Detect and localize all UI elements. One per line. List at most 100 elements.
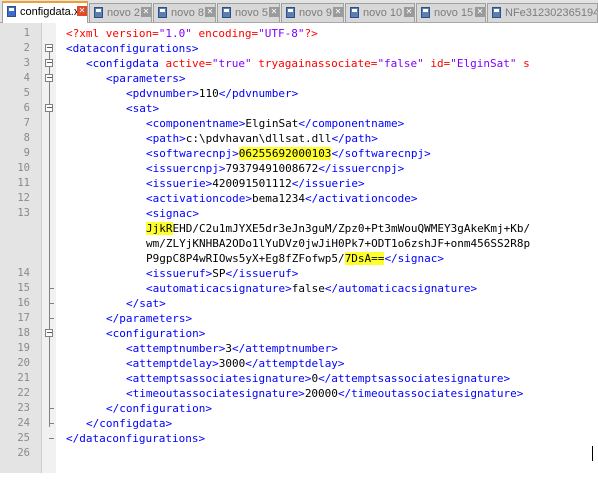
code-line: 14 <issueruf>SP</issueruf>	[0, 266, 598, 281]
line-number: 3	[23, 57, 30, 69]
line-text: <signac>	[146, 207, 199, 220]
tab-novo-10[interactable]: novo 10 ✕	[345, 3, 415, 22]
code-line: 17 </parameters>	[0, 311, 598, 326]
line-text: <timeoutassociatesignature>20000</timeou…	[126, 387, 524, 400]
close-icon[interactable]: ✕	[404, 7, 414, 17]
line-number: 13	[17, 207, 30, 219]
file-icon	[94, 7, 103, 18]
line-text: JjkREHD/C2u1mJYXE5dr3eJn3guM/Zpz0+Pt3mWo…	[146, 222, 531, 235]
tab-label: NFe31230236519422000	[505, 7, 598, 19]
fold-collapse-icon[interactable]: −	[45, 44, 53, 52]
line-text: </sat>	[126, 297, 166, 310]
line-number: 12	[17, 192, 30, 204]
file-icon	[286, 7, 295, 18]
close-icon[interactable]: ✕	[205, 7, 215, 17]
line-number: 7	[23, 117, 30, 129]
highlighted-text: JjkR	[146, 222, 173, 235]
line-number: 19	[17, 342, 30, 354]
highlighted-text: 06255692000103	[238, 147, 332, 160]
line-number: 24	[17, 417, 30, 429]
code-line: 16 </sat>	[0, 296, 598, 311]
tab-nfe-file[interactable]: NFe31230236519422000	[487, 3, 598, 22]
fold-collapse-icon[interactable]: −	[45, 329, 53, 337]
code-line-wrapped: wm/ZLYjKNHBA2ODo1lYuDVz0jwJiH0Pk7+ODT1o6…	[0, 236, 598, 251]
close-icon[interactable]: ✕	[475, 7, 485, 17]
line-text: <automaticacsignature>false</automaticac…	[146, 282, 478, 295]
code-line: 6 − <sat>	[0, 101, 598, 116]
tab-bar: configdata.xml ✕ novo 2 ✕ novo 8 ✕ novo …	[0, 0, 598, 23]
line-number: 22	[17, 387, 30, 399]
line-text: </parameters>	[106, 312, 193, 325]
line-number: 15	[17, 282, 30, 294]
fold-collapse-icon[interactable]: −	[45, 104, 53, 112]
close-icon[interactable]: ✕	[333, 7, 343, 17]
line-number: 11	[17, 177, 30, 189]
code-line-wrapped: JjkREHD/C2u1mJYXE5dr3eJn3guM/Zpz0+Pt3mWo…	[0, 221, 598, 236]
line-number: 18	[17, 327, 30, 339]
highlighted-text: 7DsA==	[344, 252, 385, 265]
line-number: 14	[17, 267, 30, 279]
line-text: </dataconfigurations>	[66, 432, 206, 445]
code-line: 13 <signac>	[0, 206, 598, 221]
close-icon[interactable]: ✕	[141, 7, 151, 17]
tab-label: novo 5	[235, 7, 269, 19]
line-text: <attemptdelay>3000</attemptdelay>	[126, 357, 345, 370]
line-number: 5	[23, 87, 30, 99]
tab-configdata-xml[interactable]: configdata.xml ✕	[2, 1, 88, 23]
close-icon[interactable]: ✕	[77, 6, 87, 16]
code-line: 8 <path>c:\pdvhavan\dllsat.dll</path>	[0, 131, 598, 146]
text-cursor	[592, 446, 593, 461]
code-line: 24 </configdata>	[0, 416, 598, 431]
fold-collapse-icon[interactable]: −	[45, 74, 53, 82]
code-line: 12 <activationcode>bema1234</activationc…	[0, 191, 598, 206]
tab-novo-9[interactable]: novo 9 ✕	[281, 3, 344, 22]
code-line: 19 <attemptnumber>3</attemptnumber>	[0, 341, 598, 356]
line-text: <sat>	[126, 102, 160, 115]
line-text: P9gpC8P4wRIOws5yX+Eg8fZFofwp5/7DsA==</si…	[146, 252, 445, 265]
line-text: <configdata active="true" tryagainassoci…	[86, 57, 530, 70]
line-number: 17	[17, 312, 30, 324]
line-text: <attemptsassociatesignature>0</attemptsa…	[126, 372, 511, 385]
code-line: 9 <softwarecnpj>06255692000103</software…	[0, 146, 598, 161]
code-line: 11 <issuerie>420091501112</issuerie>	[0, 176, 598, 191]
line-number: 26	[17, 447, 30, 459]
code-line: 20 <attemptdelay>3000</attemptdelay>	[0, 356, 598, 371]
line-number: 20	[17, 357, 30, 369]
line-text: <path>c:\pdvhavan\dllsat.dll</path>	[146, 132, 378, 145]
file-icon	[7, 6, 16, 17]
line-text: <issueruf>SP</issueruf>	[146, 267, 299, 280]
tab-novo-8[interactable]: novo 8 ✕	[153, 3, 216, 22]
line-text: <pdvnumber>110</pdvnumber>	[126, 87, 299, 100]
line-number: 2	[23, 42, 30, 54]
code-editor[interactable]: 1 <?xml version="1.0" encoding="UTF-8"?>…	[0, 23, 598, 473]
file-icon	[158, 7, 167, 18]
code-line: 3 − <configdata active="true" tryagainas…	[0, 56, 598, 71]
close-icon[interactable]: ✕	[269, 7, 279, 17]
code-line: 25 </dataconfigurations>	[0, 431, 598, 446]
code-line: 15 <automaticacsignature>false</automati…	[0, 281, 598, 296]
line-text: </configuration>	[106, 402, 212, 415]
line-text: <parameters>	[106, 72, 186, 85]
line-text: <softwarecnpj>06255692000103</softwarecn…	[146, 147, 431, 160]
fold-collapse-icon[interactable]: −	[45, 59, 53, 67]
file-icon	[222, 7, 231, 18]
line-number: 25	[17, 432, 30, 444]
tab-novo-5[interactable]: novo 5 ✕	[217, 3, 280, 22]
code-line: 26	[0, 446, 598, 461]
tab-label: novo 15	[434, 7, 474, 19]
code-line: 21 <attemptsassociatesignature>0</attemp…	[0, 371, 598, 386]
line-text: <attemptnumber>3</attemptnumber>	[126, 342, 338, 355]
tab-novo-2[interactable]: novo 2 ✕	[89, 3, 152, 22]
line-text: <componentname>ElginSat</componentname>	[146, 117, 405, 130]
line-text: <dataconfigurations>	[66, 42, 199, 55]
tab-label: novo 9	[299, 7, 333, 19]
line-text: wm/ZLYjKNHBA2ODo1lYuDVz0jwJiH0Pk7+ODT1o6…	[146, 237, 531, 250]
line-number: 4	[23, 72, 30, 84]
tab-novo-15[interactable]: novo 15 ✕	[416, 3, 486, 22]
file-icon	[350, 7, 359, 18]
line-number: 1	[23, 27, 30, 39]
tab-label: novo 10	[363, 7, 403, 19]
code-line: 18 − <configuration>	[0, 326, 598, 341]
code-line: 4 − <parameters>	[0, 71, 598, 86]
